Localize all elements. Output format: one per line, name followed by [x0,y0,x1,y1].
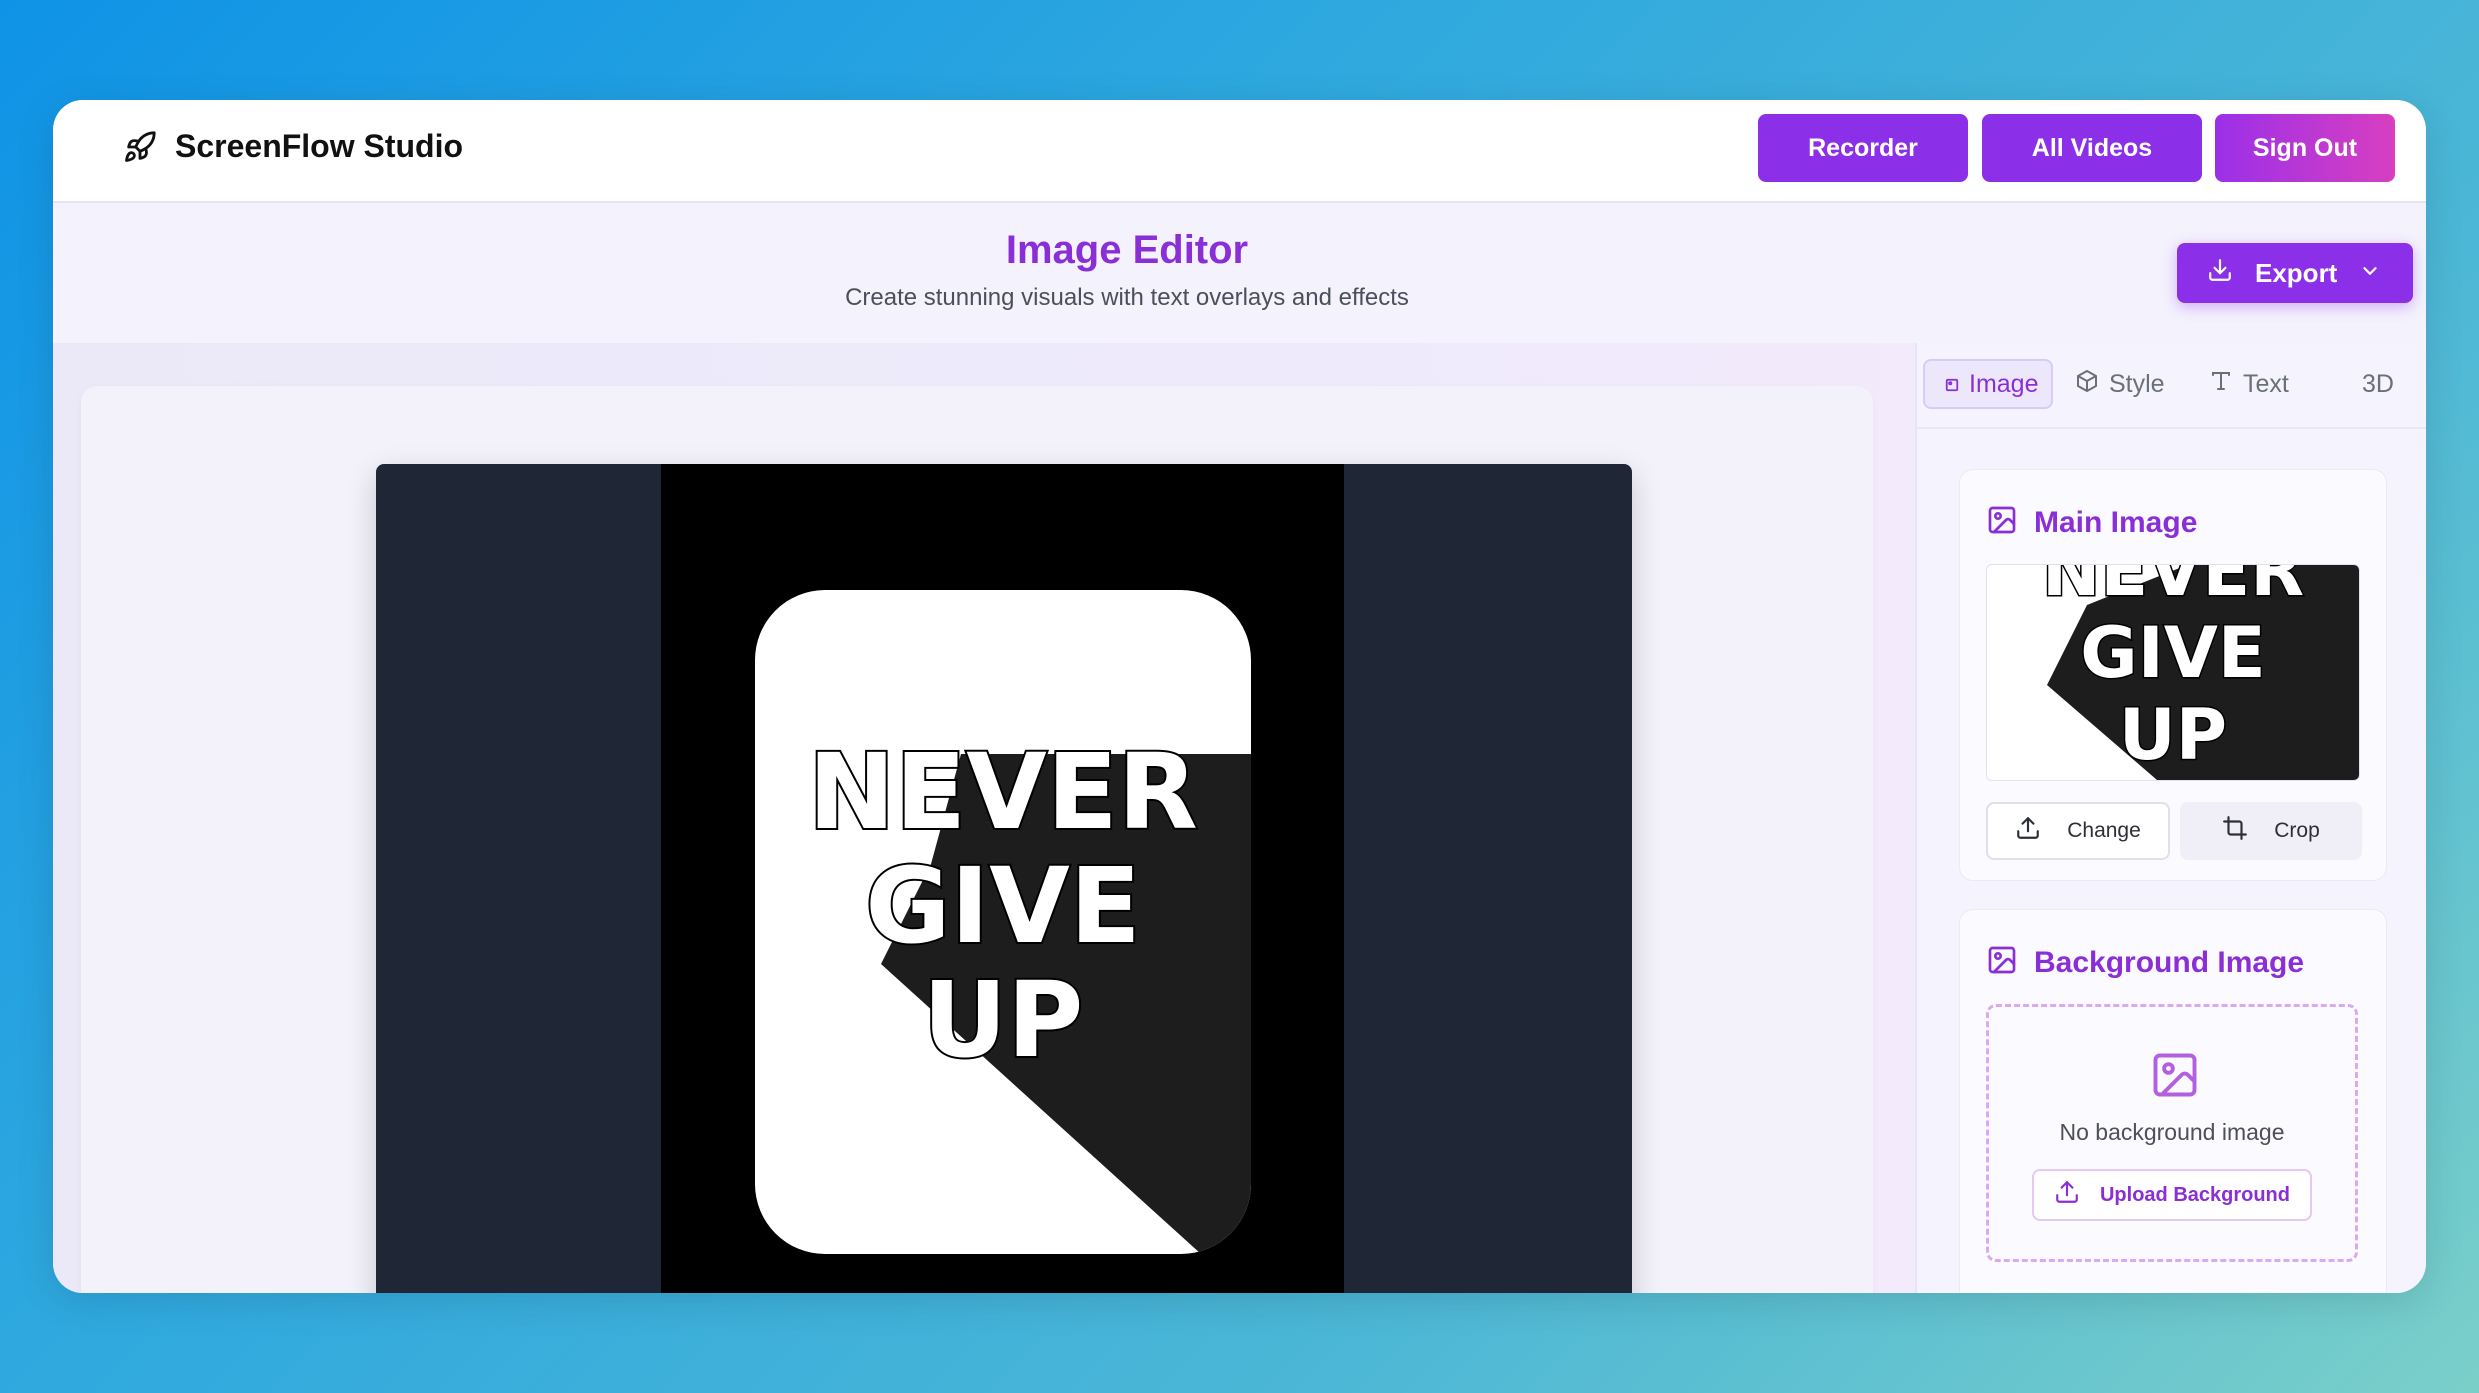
download-icon [2207,257,2233,290]
upload-background-button[interactable]: Upload Background [2032,1169,2312,1221]
brand-name: ScreenFlow Studio [175,128,464,164]
background-image-section: Background Image No background image Upl… [1959,909,2387,1293]
upload-background-label: Upload Background [2099,1183,2290,1206]
image-preview-canvas[interactable]: NEVER GIVE UP [376,464,1632,1293]
text-icon [2209,369,2233,400]
page-header [53,203,2426,343]
background-image-title: Background Image [2034,945,2305,979]
tab-text-label: Text [2243,369,2289,398]
top-navbar: ScreenFlow Studio Recorder All Videos Si… [53,100,2426,203]
poster-line-1: NEVER [808,731,1198,853]
tab-style-label: Style [2109,369,2165,398]
thumb-line-1: NEVER [2042,565,2304,612]
tab-3d[interactable]: 3D [2362,359,2394,409]
no-background-text: No background image [2059,1119,2285,1145]
chevron-down-icon [2359,258,2381,289]
cube-icon [2075,369,2099,400]
image-icon [1945,370,1959,399]
recorder-button[interactable]: Recorder [1758,114,1968,182]
canvas-card: NEVER GIVE UP [81,386,1873,1293]
poster-line-3: UP [923,959,1084,1081]
main-image-thumbnail: NEVER GIVE UP [1986,564,2360,781]
tab-3d-label: 3D [2362,369,2394,398]
background-dropzone[interactable]: No background image Upload Background [1986,1004,2358,1262]
export-label: Export [2255,257,2338,288]
tab-style[interactable]: Style [2075,359,2165,409]
rocket-icon [123,130,157,164]
poster-line-2: GIVE [865,845,1141,967]
sign-out-button[interactable]: Sign Out [2215,114,2395,182]
main-image-preview: NEVER GIVE UP [661,464,1344,1293]
image-icon [1986,944,2018,981]
export-button[interactable]: Export [2177,243,2413,303]
thumb-line-2: GIVE [2080,612,2266,694]
brand[interactable]: ScreenFlow Studio [123,128,463,165]
page-subtitle: Create stunning visuals with text overla… [845,284,1409,311]
background-image-header: Background Image [1986,944,2304,981]
poster-image: NEVER GIVE UP [755,590,1251,1254]
thumbnail-graphic: NEVER GIVE UP [1987,565,2359,780]
image-icon [1986,504,2018,541]
crop-label: Crop [2274,819,2320,842]
main-image-section: Main Image NEVER GIVE UP Change Crop [1959,469,2387,881]
image-placeholder-icon [2149,1049,2201,1106]
properties-panel: Image Style Text 3D Main Image NEVER GIV… [1915,343,2426,1293]
main-image-title: Main Image [2034,505,2198,539]
all-videos-button[interactable]: All Videos [1982,114,2202,182]
panel-tabs: Image Style Text 3D [1917,343,2426,429]
crop-icon [2222,815,2248,847]
canvas-area: NEVER GIVE UP [53,343,1915,1293]
main-image-header: Main Image [1986,504,2197,541]
crop-image-button[interactable]: Crop [2180,802,2362,860]
app-window: ScreenFlow Studio Recorder All Videos Si… [53,100,2426,1293]
thumb-line-3: UP [2119,694,2227,776]
upload-icon [2015,815,2041,847]
upload-icon [2054,1179,2080,1211]
tab-text[interactable]: Text [2209,359,2289,409]
tab-image-label: Image [1969,369,2039,398]
change-label: Change [2067,819,2141,842]
tab-image[interactable]: Image [1923,359,2053,409]
page-title: Image Editor [1005,228,1249,272]
change-image-button[interactable]: Change [1986,802,2170,860]
